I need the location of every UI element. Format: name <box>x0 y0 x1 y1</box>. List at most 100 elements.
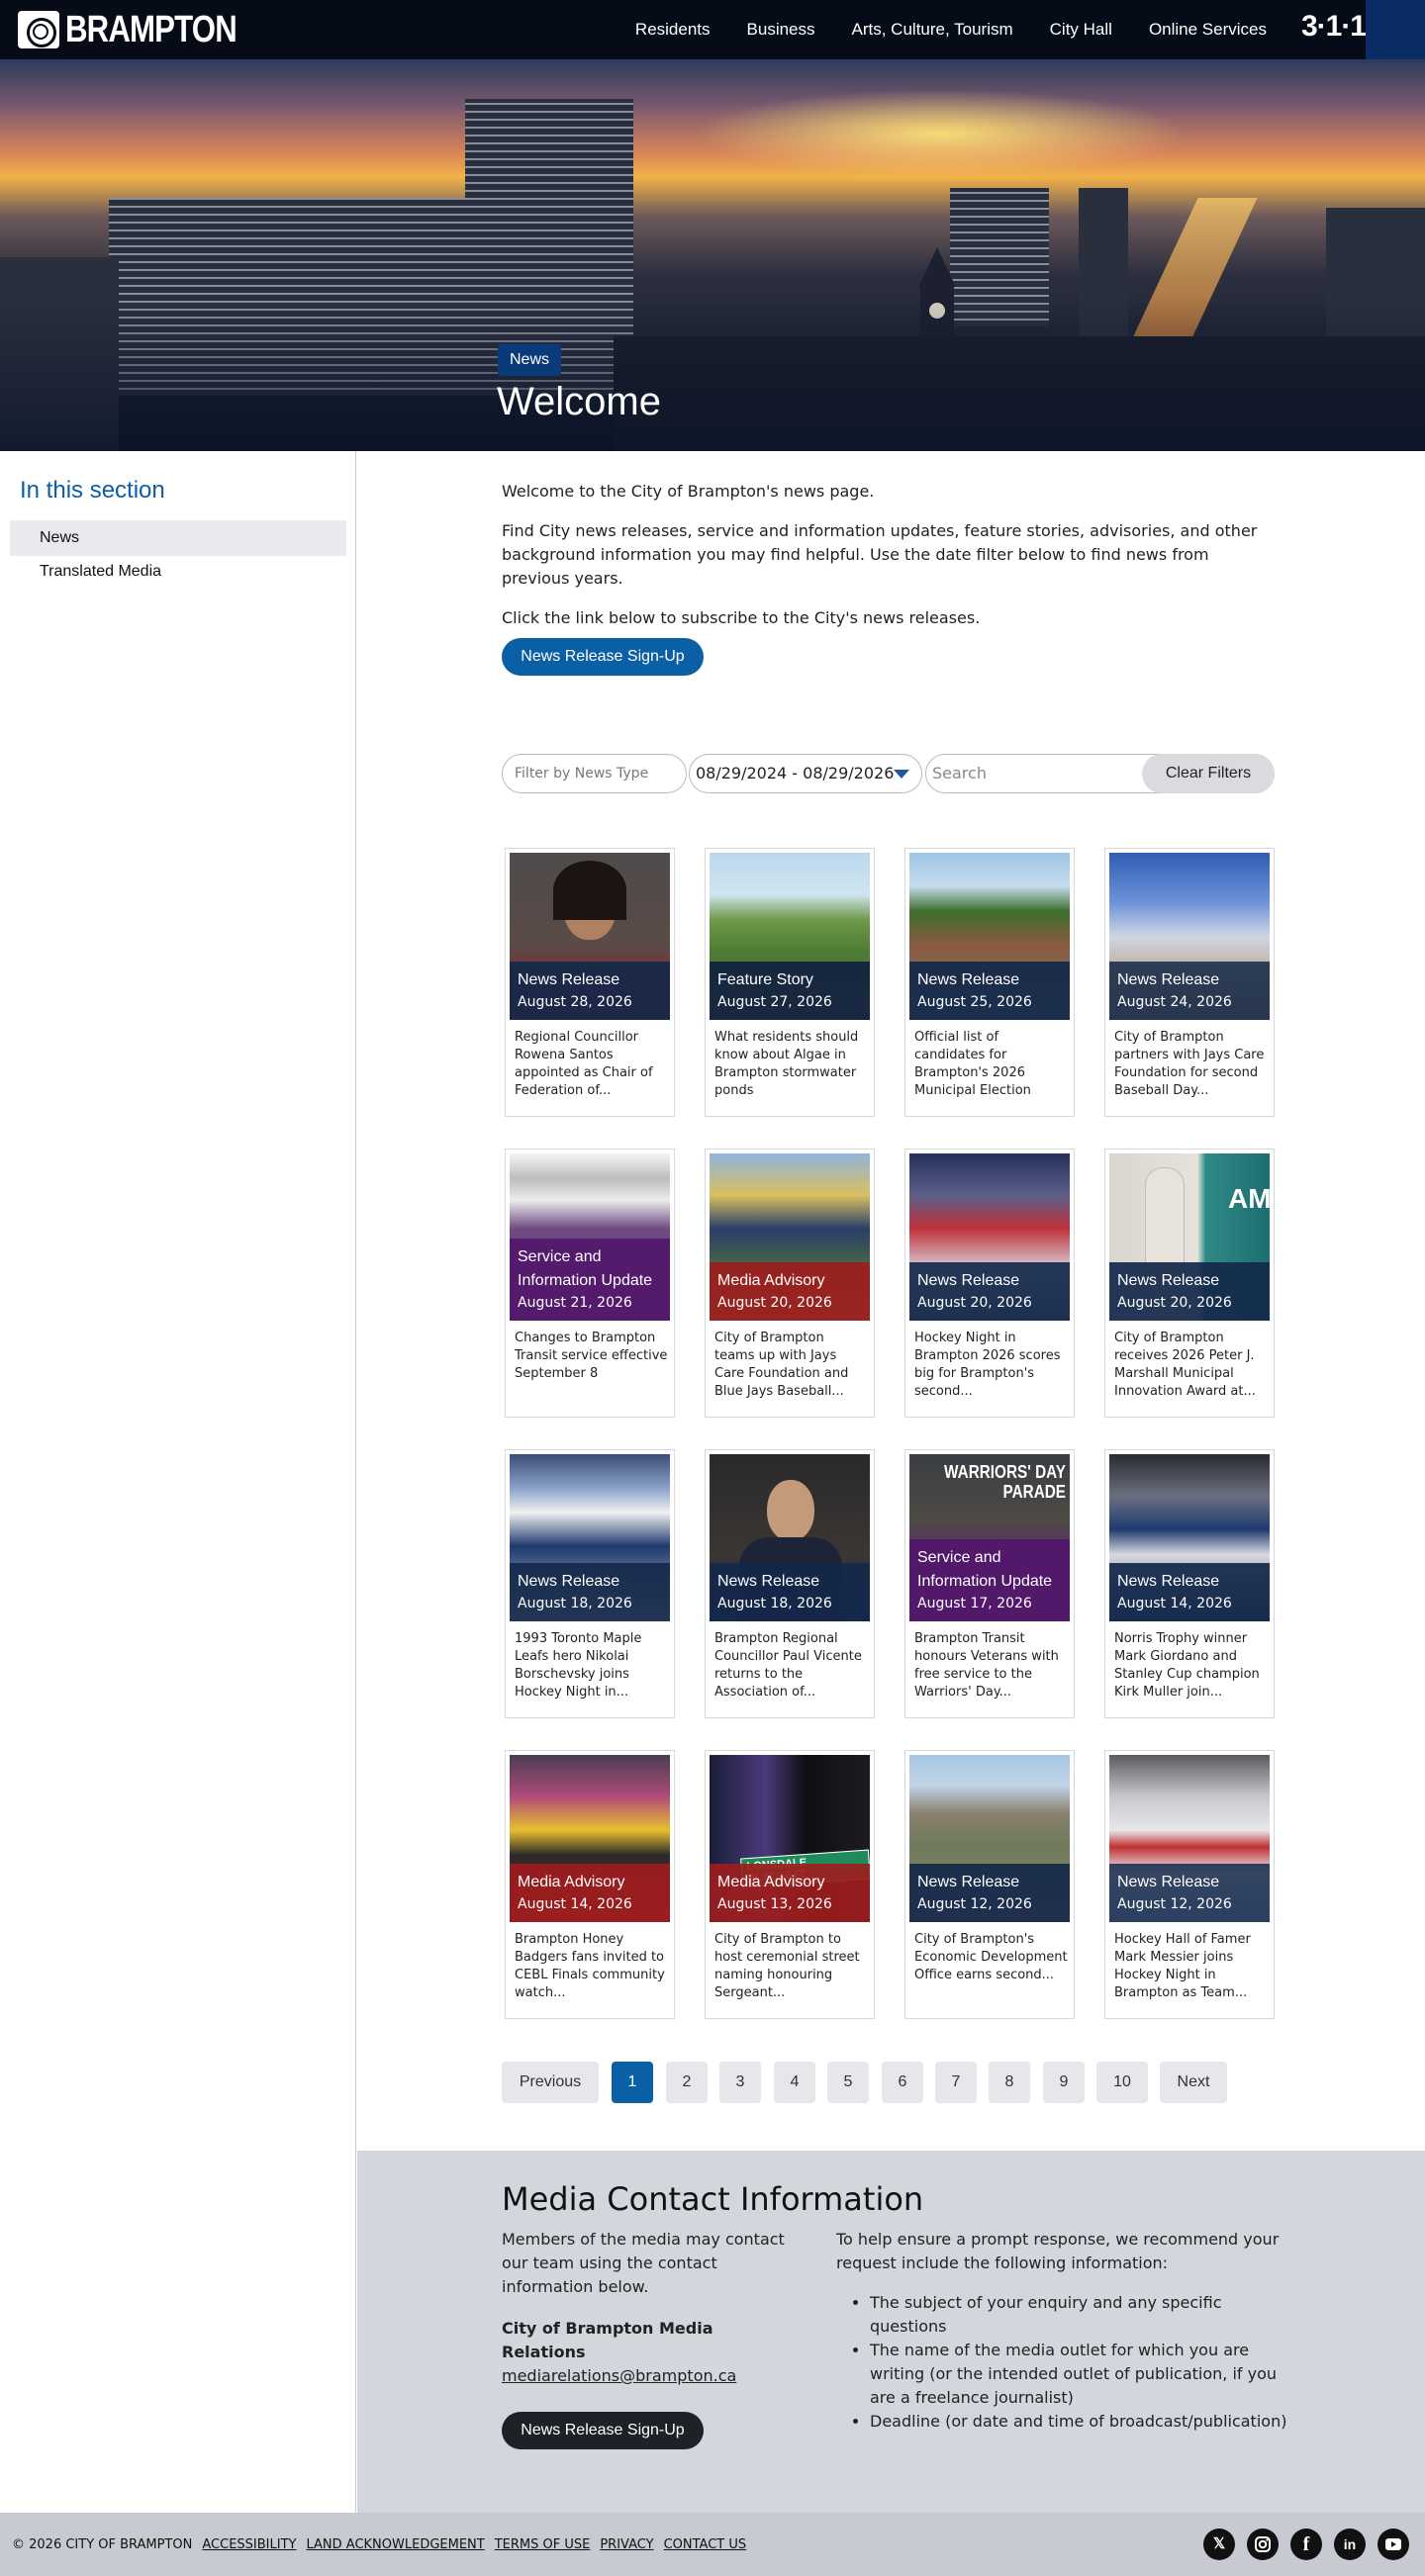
award-backdrop-logo: AM <box>1228 1183 1270 1214</box>
news-card[interactable]: News Release August 28, 2026 Regional Co… <box>505 848 675 1117</box>
card-band: News Release August 18, 2026 <box>710 1563 870 1621</box>
instagram-icon[interactable] <box>1247 2529 1279 2560</box>
311-link[interactable]: 3·1·1 <box>1301 10 1367 44</box>
card-headline: City of Brampton to host ceremonial stre… <box>714 1932 860 2000</box>
card-date: August 25, 2026 <box>917 994 1032 1010</box>
sidebar-title: In this section <box>20 477 165 504</box>
page-title: Welcome <box>497 380 661 423</box>
footer-link-privacy[interactable]: PRIVACY <box>600 2537 653 2552</box>
media-contact-left: Members of the media may contact our tea… <box>502 2228 799 2449</box>
facebook-icon[interactable]: f <box>1290 2529 1322 2560</box>
card-date: August 18, 2026 <box>717 1596 832 1611</box>
sidebar-item-news[interactable]: News <box>10 520 346 556</box>
youtube-icon[interactable] <box>1378 2529 1409 2560</box>
search-input[interactable]: Search Clear Filters <box>925 754 1275 793</box>
nav-residents[interactable]: Residents <box>635 20 711 40</box>
card-band: Media Advisory August 13, 2026 <box>710 1864 870 1922</box>
news-card[interactable]: News Release August 12, 2026 Hockey Hall… <box>1104 1750 1275 2019</box>
page-5-button[interactable]: 5 <box>827 2062 869 2103</box>
card-type: News Release <box>1117 1874 1220 1890</box>
news-release-signup-button[interactable]: News Release Sign-Up <box>502 638 704 676</box>
news-card[interactable]: News Release August 24, 2026 City of Bra… <box>1104 848 1275 1117</box>
footer-link-contact-us[interactable]: CONTACT US <box>664 2537 747 2552</box>
card-photo-city-hall: News Release August 25, 2026 <box>909 853 1070 1020</box>
card-band: Service and Information Update August 17… <box>909 1539 1070 1621</box>
card-date: August 20, 2026 <box>917 1295 1032 1311</box>
clear-filters-button[interactable]: Clear Filters <box>1142 754 1275 793</box>
page-10-button[interactable]: 10 <box>1096 2062 1148 2103</box>
media-relations-email-link[interactable]: mediarelations@brampton.ca <box>502 2364 799 2388</box>
card-type: News Release <box>1117 971 1220 988</box>
news-card[interactable]: News Release August 18, 2026 1993 Toront… <box>505 1449 675 1718</box>
card-photo-downtown: News Release August 12, 2026 <box>909 1755 1070 1922</box>
card-date: August 17, 2026 <box>917 1596 1032 1611</box>
news-card[interactable]: AM News Release August 20, 2026 City of … <box>1104 1149 1275 1418</box>
sidebar-item-translated-media[interactable]: Translated Media <box>10 554 346 590</box>
page-6-button[interactable]: 6 <box>882 2062 923 2103</box>
portrait-head <box>767 1480 814 1541</box>
news-type-filter[interactable]: Filter by News Type <box>502 754 687 793</box>
nav-arts-culture-tourism[interactable]: Arts, Culture, Tourism <box>852 20 1013 40</box>
page-8-button[interactable]: 8 <box>989 2062 1030 2103</box>
card-type: News Release <box>518 1573 620 1590</box>
card-type: News Release <box>1117 1573 1220 1590</box>
card-photo-crowd: News Release August 14, 2026 <box>1109 1454 1270 1621</box>
card-date: August 28, 2026 <box>518 994 632 1010</box>
brampton-logo[interactable]: BRAMPTON <box>18 9 274 50</box>
card-date: August 24, 2026 <box>1117 994 1232 1010</box>
next-page-button[interactable]: Next <box>1160 2062 1227 2103</box>
nav-city-hall[interactable]: City Hall <box>1050 20 1112 40</box>
hero-badge: News <box>498 344 562 376</box>
page-4-button[interactable]: 4 <box>774 2062 815 2103</box>
x-icon[interactable]: 𝕏 <box>1203 2529 1235 2560</box>
date-range-filter[interactable]: 08/29/2024 - 08/29/2026 <box>689 754 922 793</box>
news-card[interactable]: Media Advisory August 20, 2026 City of B… <box>705 1149 875 1418</box>
contact-signup-button[interactable]: News Release Sign-Up <box>502 2412 704 2449</box>
card-date: August 13, 2026 <box>717 1896 832 1912</box>
page-1-button[interactable]: 1 <box>612 2062 653 2103</box>
footer-link-land-acknowledgement[interactable]: LAND ACKNOWLEDGEMENT <box>306 2537 484 2552</box>
news-card[interactable]: Media Advisory August 14, 2026 Brampton … <box>505 1750 675 2019</box>
card-type: News Release <box>1117 1272 1220 1289</box>
news-card[interactable]: News Release August 25, 2026 Official li… <box>904 848 1075 1117</box>
intro-welcome: Welcome to the City of Brampton's news p… <box>502 482 875 501</box>
page-3-button[interactable]: 3 <box>719 2062 761 2103</box>
list-item: The subject of your enquiry and any spec… <box>870 2291 1301 2339</box>
card-band: Media Advisory August 14, 2026 <box>510 1864 670 1922</box>
nav-online-services[interactable]: Online Services <box>1149 20 1267 40</box>
news-card[interactable]: News Release August 12, 2026 City of Bra… <box>904 1750 1075 2019</box>
previous-page-button[interactable]: Previous <box>502 2062 599 2103</box>
card-photo-honey-badgers: Media Advisory August 14, 2026 <box>510 1755 670 1922</box>
linkedin-icon[interactable]: in <box>1334 2529 1366 2560</box>
media-relations-org: City of Brampton Media Relations <box>502 2319 713 2361</box>
card-band: News Release August 12, 2026 <box>1109 1864 1270 1922</box>
intro-subscribe-text: Click the link below to subscribe to the… <box>502 608 981 627</box>
page-7-button[interactable]: 7 <box>935 2062 977 2103</box>
card-headline: Brampton Transit honours Veterans with f… <box>914 1631 1059 1700</box>
card-headline: What residents should know about Algae i… <box>714 1030 859 1098</box>
menu-toggle-button[interactable] <box>1366 0 1425 59</box>
news-card[interactable]: WARRIORS' DAY PARADE Service and Informa… <box>904 1449 1075 1718</box>
news-card[interactable]: News Release August 14, 2026 Norris Trop… <box>1104 1449 1275 1718</box>
card-date: August 20, 2026 <box>717 1295 832 1311</box>
media-contact-description: Members of the media may contact our tea… <box>502 2230 785 2296</box>
hero-banner <box>0 59 1425 451</box>
card-type: News Release <box>917 971 1020 988</box>
footer-link-accessibility[interactable]: ACCESSIBILITY <box>202 2537 296 2552</box>
page-2-button[interactable]: 2 <box>666 2062 708 2103</box>
card-photo-pond: Feature Story August 27, 2026 <box>710 853 870 1020</box>
news-card[interactable]: News Release August 20, 2026 Hockey Nigh… <box>904 1149 1075 1418</box>
card-band: Feature Story August 27, 2026 <box>710 962 870 1020</box>
footer-link-terms-of-use[interactable]: TERMS OF USE <box>495 2537 591 2552</box>
page-9-button[interactable]: 9 <box>1043 2062 1085 2103</box>
media-contact-title: Media Contact Information <box>502 2180 924 2218</box>
main-nav: Residents Business Arts, Culture, Touris… <box>599 0 1267 59</box>
news-card[interactable]: News Release August 18, 2026 Brampton Re… <box>705 1449 875 1718</box>
card-type: News Release <box>917 1874 1020 1890</box>
card-headline: Brampton Regional Councillor Paul Vicent… <box>714 1631 862 1700</box>
media-contact-right: To help ensure a prompt response, we rec… <box>836 2228 1301 2434</box>
nav-business[interactable]: Business <box>747 20 815 40</box>
news-card[interactable]: LONSDALE BLACKETT Media Advisory August … <box>705 1750 875 2019</box>
news-card[interactable]: Service and Information Update August 21… <box>505 1149 675 1418</box>
news-card[interactable]: Feature Story August 27, 2026 What resid… <box>705 848 875 1117</box>
